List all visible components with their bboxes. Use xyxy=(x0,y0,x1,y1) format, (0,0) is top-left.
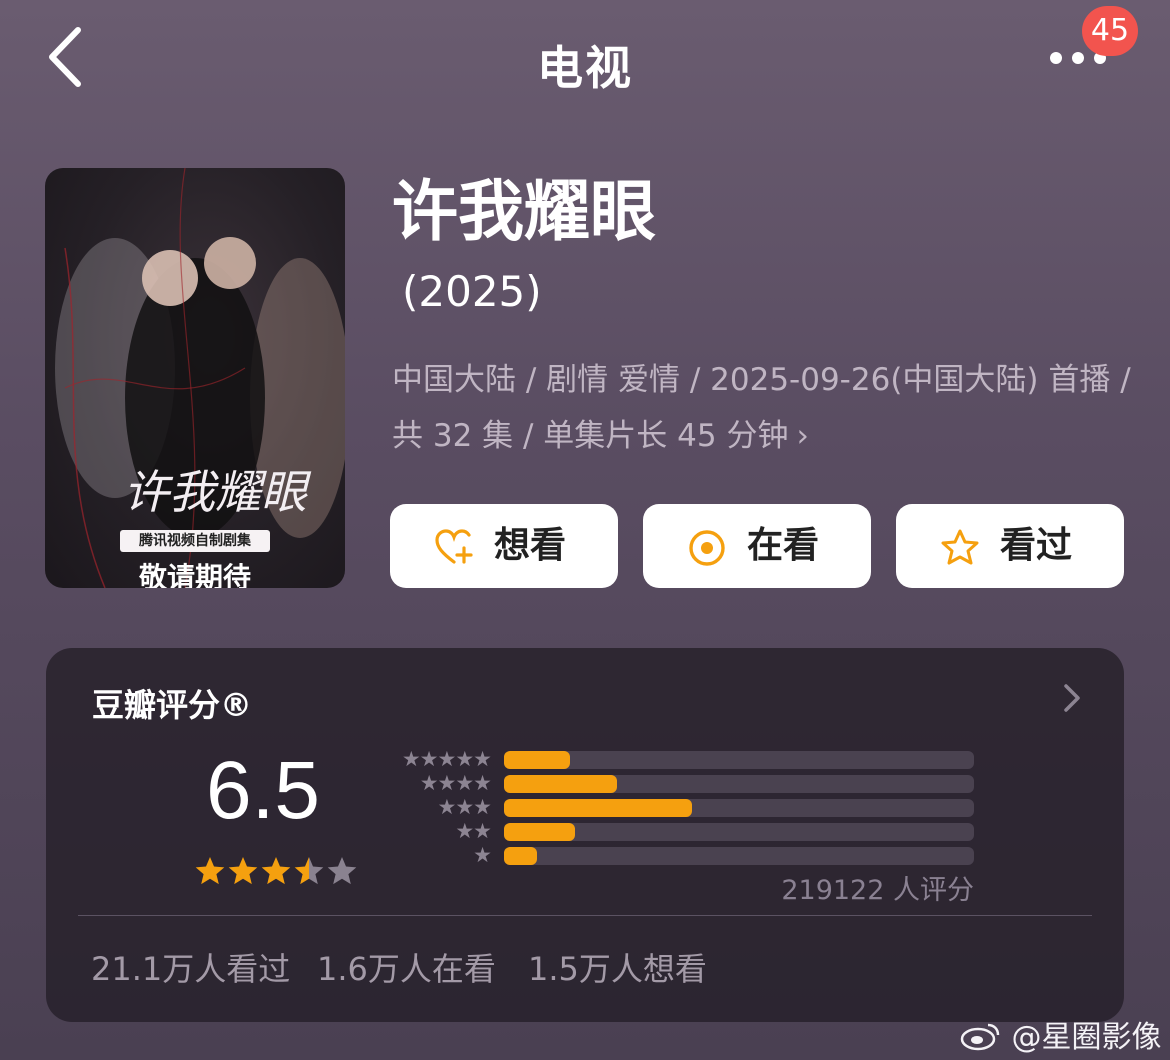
distribution-bar xyxy=(504,775,617,793)
rating-star xyxy=(195,857,225,885)
stat-watching: 1.6万人在看 xyxy=(317,950,496,988)
distribution-bar-track xyxy=(504,775,974,793)
page-title: 电视 xyxy=(537,41,633,95)
poster-artwork xyxy=(55,168,345,588)
watching-label: 在看 xyxy=(747,525,820,566)
distribution-star-label: ★★★★★ xyxy=(401,747,492,771)
watched-label: 看过 xyxy=(1000,525,1073,566)
heart-plus-icon xyxy=(435,529,473,564)
stat-want: 1.5万人想看 xyxy=(528,950,707,988)
chevron-right-icon[interactable] xyxy=(1060,680,1084,716)
rater-count: 219122 人评分 xyxy=(781,875,974,906)
distribution-star-label: ★★ xyxy=(455,819,492,843)
stat-watched: 21.1万人看过 xyxy=(91,950,291,988)
rating-score: 6.5 xyxy=(206,745,320,836)
show-year: (2025) xyxy=(402,267,542,316)
show-title: 许我耀眼 xyxy=(392,173,656,250)
poster-title-art: 许我耀眼 xyxy=(123,465,307,519)
distribution-bar-track xyxy=(504,823,974,841)
star-outline-icon xyxy=(941,529,979,565)
rating-star xyxy=(228,857,258,885)
meta-text: 中国大陆 / 剧情 爱情 / 2025-09-26(中国大陆) 首播 / 共 3… xyxy=(392,362,1131,454)
want-to-watch-label: 想看 xyxy=(494,525,567,566)
weibo-logo-icon xyxy=(960,1023,1000,1051)
rating-section-title: 豆瓣评分® xyxy=(92,686,253,724)
rating-star xyxy=(327,857,357,885)
poster-tag: 腾讯视频自制剧集 xyxy=(120,530,270,552)
watching-button[interactable]: 在看 xyxy=(643,504,871,588)
distribution-bar xyxy=(504,823,575,841)
want-to-watch-button[interactable]: 想看 xyxy=(390,504,618,588)
poster-image[interactable]: 许我耀眼 腾讯视频自制剧集 敬请期待 xyxy=(45,168,345,588)
distribution-bar-track xyxy=(504,847,974,865)
rating-star xyxy=(294,857,324,885)
notification-badge: 45 xyxy=(1082,6,1138,56)
chevron-right-icon: › xyxy=(796,418,809,454)
watched-button[interactable]: 看过 xyxy=(896,504,1124,588)
distribution-bar xyxy=(504,799,692,817)
distribution-star-label: ★★★ xyxy=(437,795,492,819)
divider xyxy=(78,915,1092,916)
distribution-bar xyxy=(504,751,570,769)
distribution-bar-track xyxy=(504,799,974,817)
top-navigation-bar: 电视 45 xyxy=(0,0,1170,120)
target-circle-icon xyxy=(689,530,725,566)
watermark-text: @星圈影像 xyxy=(1011,1020,1162,1055)
distribution-bar xyxy=(504,847,537,865)
rating-star xyxy=(261,857,291,885)
watermark: @星圈影像 xyxy=(960,1012,1162,1056)
show-meta-info[interactable]: 中国大陆 / 剧情 爱情 / 2025-09-26(中国大陆) 首播 / 共 3… xyxy=(392,352,1132,464)
rating-stars xyxy=(195,857,357,885)
douban-rating-panel: 豆瓣评分® 6.5 ★★★★★ ★★★★ ★★★ ★★ ★ 219122 人评分 21.… xyxy=(46,648,1124,1022)
poster-slogan: 敬请期待 xyxy=(138,561,251,588)
distribution-star-label: ★ xyxy=(473,843,492,867)
distribution-star-label: ★★★★ xyxy=(419,771,492,795)
distribution-bar-track xyxy=(504,751,974,769)
